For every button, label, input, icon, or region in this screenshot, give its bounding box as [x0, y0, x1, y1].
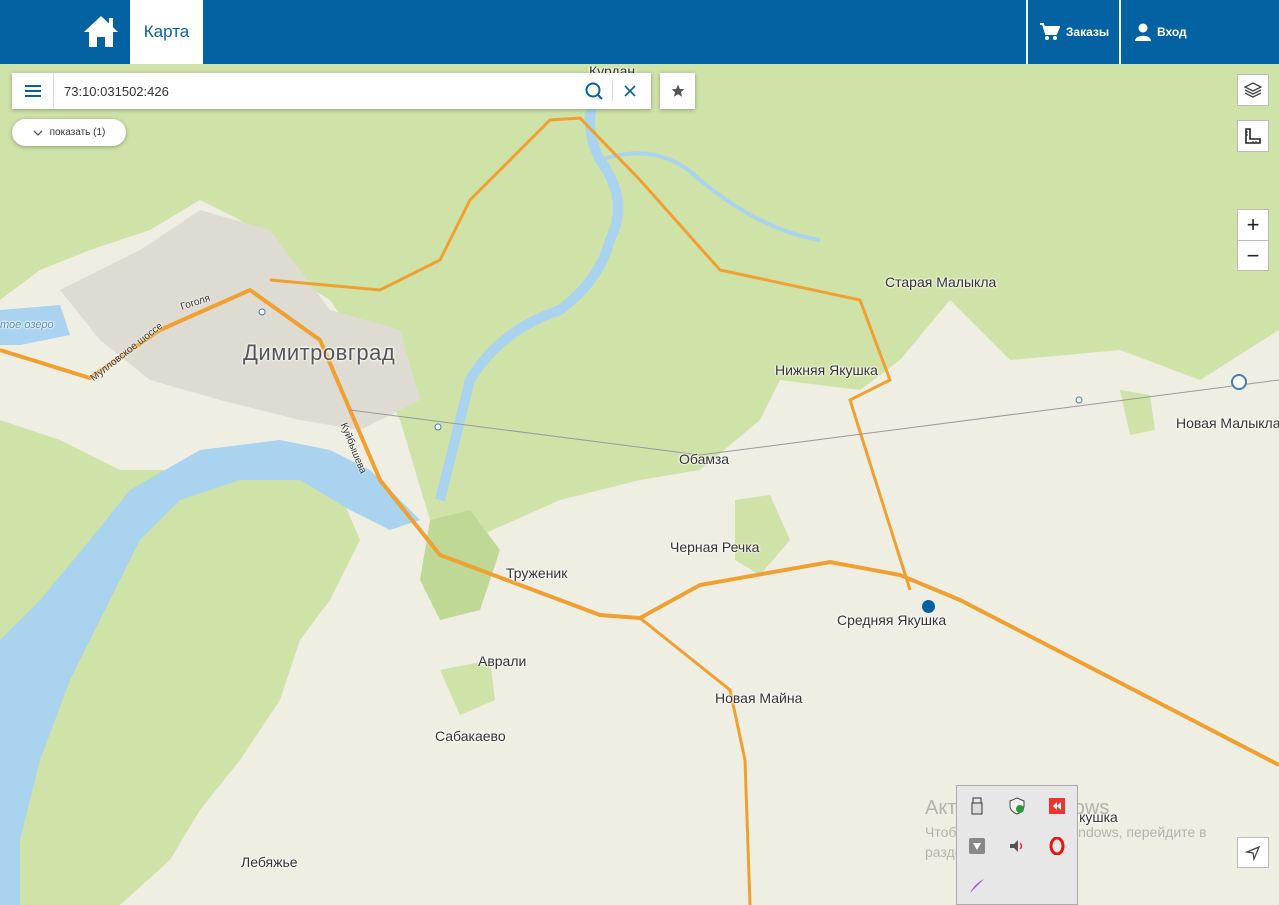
- rail-stop-3: [258, 308, 266, 316]
- zoom-out-button[interactable]: −: [1238, 241, 1268, 271]
- layers-icon: [1244, 82, 1262, 98]
- place-lebyazhye: Лебяжье: [241, 854, 298, 870]
- login-button[interactable]: Вход: [1119, 0, 1279, 64]
- zoom-in-button[interactable]: +: [1238, 210, 1268, 241]
- close-icon: [624, 85, 636, 97]
- locate-button[interactable]: [1237, 837, 1269, 868]
- opera-icon[interactable]: [1045, 834, 1069, 858]
- star-icon: [671, 84, 684, 97]
- speaker-icon[interactable]: [1005, 834, 1029, 858]
- search-separator: [612, 81, 613, 101]
- system-tray-popup: [956, 785, 1078, 905]
- top-bar: Карта Заказы Вход: [0, 0, 1279, 64]
- search-button[interactable]: [584, 81, 606, 101]
- network-icon[interactable]: [965, 834, 989, 858]
- show-results-label: показать (1): [49, 127, 106, 138]
- bus-stop-icon: [1231, 374, 1247, 390]
- layers-button[interactable]: [1237, 74, 1269, 106]
- clear-button[interactable]: [620, 81, 640, 101]
- tab-map[interactable]: Карта: [130, 0, 203, 64]
- orders-button[interactable]: Заказы: [1026, 0, 1121, 64]
- feather-icon[interactable]: [965, 874, 989, 898]
- navigation-arrow-icon: [1245, 845, 1261, 861]
- home-icon: [84, 16, 118, 47]
- media-icon[interactable]: [1045, 794, 1069, 818]
- show-results-button[interactable]: показать (1): [12, 119, 126, 146]
- usb-drive-icon[interactable]: [965, 794, 989, 818]
- ruler-icon: [1245, 128, 1261, 144]
- home-button[interactable]: [80, 12, 122, 52]
- place-avrali: Аврали: [478, 653, 527, 669]
- place-novaya-mayna: Новая Майна: [715, 690, 803, 706]
- chevron-down-icon: [33, 130, 43, 136]
- place-dimitrovgrad: Димитровград: [243, 340, 396, 365]
- shield-icon[interactable]: [1005, 794, 1029, 818]
- cart-icon: [1039, 23, 1060, 40]
- rail-stop-1: [434, 423, 442, 431]
- place-obamza: Обамза: [679, 451, 730, 467]
- place-novaya-malykla: Новая Малыкла: [1176, 415, 1279, 431]
- map-layer: [0, 64, 1279, 905]
- ruler-button[interactable]: [1237, 120, 1269, 152]
- user-icon: [1135, 23, 1151, 41]
- place-srednyaya-yakushka: Средняя Якушка: [837, 612, 947, 628]
- favorite-button[interactable]: [660, 73, 695, 109]
- place-truzhenik: Труженик: [506, 565, 568, 581]
- place-lake: тое озеро: [0, 319, 54, 331]
- rail-stop-2: [1075, 396, 1083, 404]
- search-input[interactable]: [64, 73, 584, 109]
- map-canvas[interactable]: Курдан Димитровград Старая Малыкла Нижня…: [0, 64, 1279, 905]
- place-nizhnyaya-yakushka: Нижняя Якушка: [775, 362, 878, 378]
- location-marker[interactable]: [922, 600, 935, 613]
- search-icon: [585, 82, 603, 100]
- zoom-controls: + −: [1237, 209, 1269, 271]
- login-label: Вход: [1157, 25, 1187, 39]
- hamburger-icon: [24, 85, 41, 97]
- search-bar: [12, 73, 651, 109]
- orders-label: Заказы: [1065, 25, 1110, 39]
- place-staraya-malykla: Старая Малыкла: [885, 274, 997, 290]
- menu-button[interactable]: [12, 73, 54, 109]
- place-chernaya-rechka: Черная Речка: [670, 539, 760, 555]
- place-sabakaevo: Сабакаево: [435, 728, 506, 744]
